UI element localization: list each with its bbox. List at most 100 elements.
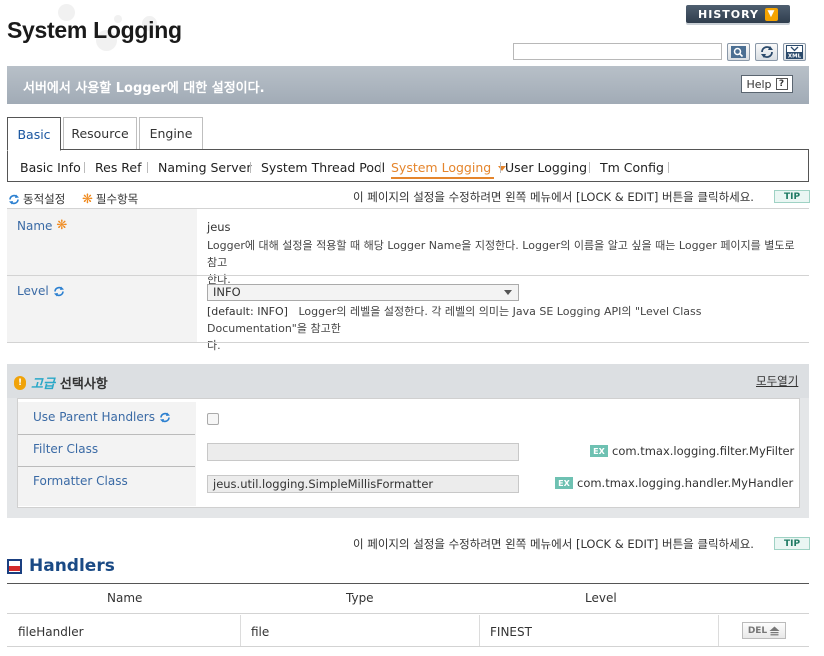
default-value: [default: INFO] [207,305,288,318]
help-button[interactable]: Help ? [741,75,793,93]
label-text: Level [17,284,49,298]
tip-badge[interactable]: TIP [774,190,810,203]
handlers-section-title: Handlers [7,556,115,576]
filter-class-label: Filter Class [33,442,98,456]
tab-resource[interactable]: Resource [63,117,137,150]
column-header-type[interactable]: Type [346,591,374,605]
use-parent-handlers-label: Use Parent Handlers [33,410,171,424]
tab-basic[interactable]: Basic [7,117,61,151]
subnav-tm-config[interactable]: Tm Config [600,160,664,175]
legend-dynamic-label: 동적설정 [23,192,66,206]
advanced-keyword: 고급 [31,377,55,392]
label-text: Name [17,218,53,233]
level-description: [default: INFO] Logger의 레벨을 설정한다. 각 레벨의 … [207,303,802,354]
banner-text: 서버에서 사용할 Logger에 대한 설정이다. [23,81,265,96]
chevron-down-icon: ▼ [764,7,778,21]
subnav-system-logging[interactable]: System Logging [391,160,507,175]
handler-level-cell: FINEST [490,625,532,639]
use-parent-handlers-checkbox[interactable] [207,413,219,425]
label-text: Formatter Class [33,474,128,488]
expand-all-link[interactable]: 모두열기 [756,373,798,389]
formatter-class-label: Formatter Class [33,474,128,488]
subnav-label: System Logging [391,160,492,175]
divider [18,466,195,467]
tip-badge[interactable]: TIP [774,537,810,550]
filter-class-example: EX com.tmax.logging.filter.MyFilter [590,444,794,458]
subnav-basic-info[interactable]: Basic Info [20,160,81,175]
handlers-title-text: Handlers [29,556,115,576]
level-field-label: Level [17,284,65,298]
divider [589,162,590,173]
subnav-res-ref[interactable]: Res Ref [95,160,142,175]
divider [7,342,809,343]
divider [18,434,195,435]
tab-label: Engine [149,126,193,141]
help-icon: ? [775,78,788,90]
filter-class-input[interactable] [207,443,519,461]
divider [147,162,148,173]
column-header-level[interactable]: Level [585,591,617,605]
formatter-class-input[interactable]: jeus.util.logging.SimpleMillisFormatter [207,475,519,493]
handler-name-cell[interactable]: fileHandler [18,625,84,639]
divider [479,615,480,646]
refresh-button[interactable] [755,43,778,61]
example-text: com.tmax.logging.handler.MyHandler [577,476,794,490]
legend-dynamic: 동적설정 [8,191,65,207]
divider [84,162,85,173]
divider [250,162,251,173]
description-line: Logger에 대해 설정을 적용할 때 해당 Logger Name을 지정한… [207,239,795,269]
advanced-title-text: 선택사항 [59,377,108,392]
divider [7,583,809,584]
lock-edit-notice: 이 페이지의 설정을 수정하려면 왼쪽 메뉴에서 [LOCK & EDIT] 버… [353,190,754,204]
sync-icon [53,286,64,296]
level-selected-value: INFO [213,285,241,299]
search-input[interactable] [513,43,722,60]
tab-label: Resource [71,126,129,141]
divider [718,615,719,646]
search-button[interactable] [727,43,750,61]
tip-label: TIP [783,538,801,549]
xml-export-button[interactable]: XML [783,43,806,61]
advanced-title: ! 고급 선택사항 [14,373,108,392]
history-button[interactable]: HISTORY ▼ [686,5,790,23]
divider [7,646,809,647]
tab-engine[interactable]: Engine [139,117,203,150]
subnav-naming-server[interactable]: Naming Server [158,160,251,175]
asterisk-icon: ❋ [56,218,68,233]
asterisk-icon: ❋ [82,191,93,207]
legend-required: ❋ 필수항목 [82,191,138,207]
table-row[interactable] [7,614,809,646]
description-line: 다. [207,339,221,352]
section-icon [7,558,22,574]
subnav-user-logging[interactable]: User Logging [505,160,587,175]
page-title: System Logging [7,17,182,43]
advanced-header [7,364,809,398]
formatter-class-example: EX com.tmax.logging.handler.MyHandler [555,476,793,490]
warning-icon: ! [14,375,26,390]
xml-export-icon: XML [786,45,803,59]
svg-text:XML: XML [788,54,802,60]
example-text: com.tmax.logging.filter.MyFilter [612,444,795,458]
history-label: HISTORY [698,7,759,21]
subnav-system-thread-pool[interactable]: System Thread Pool [261,160,385,175]
sync-icon [159,412,170,422]
column-header-name[interactable]: Name [107,591,142,605]
description-banner: 서버에서 사용할 Logger에 대한 설정이다. Help ? [7,66,809,104]
delete-icon [769,626,780,635]
tip-label: TIP [783,191,801,202]
example-badge: EX [590,445,608,457]
name-field-label: Name ❋ [17,218,67,233]
divider [380,162,381,173]
description-line: [default: INFO] Logger의 레벨을 설정한다. 각 레벨의 … [207,303,802,337]
sync-icon [9,194,19,204]
divider [668,162,669,173]
help-label: Help [746,77,772,91]
example-badge: EX [555,477,573,489]
delete-button[interactable]: DEL [742,622,786,639]
legend-required-label: 필수항목 [95,192,139,206]
level-select[interactable]: INFO [207,284,519,301]
delete-label: DEL [747,625,768,636]
input-value: jeus.util.logging.SimpleMillisFormatter [213,477,434,491]
divider [240,615,241,646]
divider [500,162,501,173]
